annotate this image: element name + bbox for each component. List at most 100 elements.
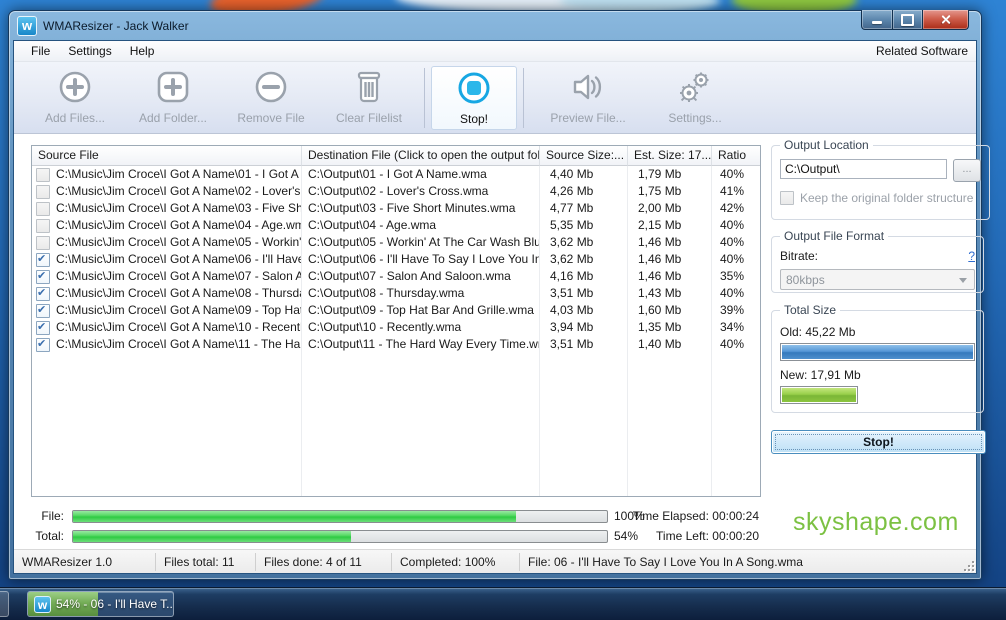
titlebar[interactable]: w WMAResizer - Jack Walker: [13, 11, 977, 40]
output-location-legend: Output Location: [780, 138, 873, 152]
total-progress-percent: 54%: [614, 529, 638, 543]
taskbar-icon-letter: w: [38, 598, 47, 612]
focus-rect: [775, 434, 982, 450]
add-folder-icon: [152, 68, 194, 110]
source-size-cell: 4,26 Mb: [540, 183, 628, 200]
row-checkbox[interactable]: [36, 168, 50, 182]
est-size-cell: 1,46 Mb: [628, 251, 712, 268]
destination-file-cell[interactable]: C:\Output\05 - Workin' At The Car Wash B…: [302, 234, 540, 251]
table-row[interactable]: C:\Music\Jim Croce\I Got A Name\09 - Top…: [32, 302, 760, 319]
table-row[interactable]: C:\Music\Jim Croce\I Got A Name\07 - Sal…: [32, 268, 760, 285]
header-destination-file[interactable]: Destination File (Click to open the outp…: [302, 146, 540, 166]
table-row[interactable]: C:\Music\Jim Croce\I Got A Name\05 - Wor…: [32, 234, 760, 251]
table-row[interactable]: C:\Music\Jim Croce\I Got A Name\11 - The…: [32, 336, 760, 353]
destination-file-cell[interactable]: C:\Output\02 - Lover's Cross.wma: [302, 183, 540, 200]
row-checkbox[interactable]: [36, 338, 50, 352]
settings-label: Settings...: [668, 111, 721, 125]
menu-settings[interactable]: Settings: [59, 42, 120, 60]
destination-file-cell[interactable]: C:\Output\06 - I'll Have To Say I Love Y…: [302, 251, 540, 268]
row-checkbox[interactable]: [36, 321, 50, 335]
close-button[interactable]: [923, 10, 969, 30]
destination-file-cell[interactable]: C:\Output\07 - Salon And Saloon.wma: [302, 268, 540, 285]
est-size-cell: 1,75 Mb: [628, 183, 712, 200]
ratio-cell: 35%: [712, 268, 760, 285]
clear-filelist-button[interactable]: Clear Filelist: [320, 66, 418, 130]
toolbar-separator: [424, 68, 425, 128]
destination-file-cell[interactable]: C:\Output\11 - The Hard Way Every Time.w…: [302, 336, 540, 353]
preview-file-label: Preview File...: [550, 111, 625, 125]
table-row[interactable]: C:\Music\Jim Croce\I Got A Name\03 - Fiv…: [32, 200, 760, 217]
maximize-button[interactable]: [893, 10, 923, 30]
status-files-done: Files done: 4 of 11: [256, 553, 392, 571]
clear-filelist-label: Clear Filelist: [336, 111, 402, 125]
remove-file-button[interactable]: Remove File: [222, 66, 320, 130]
source-file-cell: C:\Music\Jim Croce\I Got A Name\11 - The…: [56, 336, 302, 353]
stop-button[interactable]: Stop!: [771, 430, 986, 454]
source-file-cell: C:\Music\Jim Croce\I Got A Name\03 - Fiv…: [56, 200, 302, 217]
source-size-cell: 3,62 Mb: [540, 234, 628, 251]
column-separator: [301, 166, 302, 496]
menu-related-software[interactable]: Related Software: [876, 44, 968, 58]
old-size-fill: [782, 345, 973, 359]
time-left: Time Left: 00:00:20: [656, 529, 759, 543]
bitrate-select[interactable]: 80kbps: [780, 269, 975, 290]
row-checkbox[interactable]: [36, 219, 50, 233]
close-icon: [940, 14, 951, 25]
stop-toolbar-button[interactable]: Stop!: [431, 66, 517, 130]
header-ratio[interactable]: Ratio: [712, 146, 760, 166]
source-file-cell: C:\Music\Jim Croce\I Got A Name\02 - Lov…: [56, 183, 302, 200]
add-folder-button[interactable]: Add Folder...: [124, 66, 222, 130]
destination-file-cell[interactable]: C:\Output\10 - Recently.wma: [302, 319, 540, 336]
est-size-cell: 1,46 Mb: [628, 234, 712, 251]
destination-file-cell[interactable]: C:\Output\03 - Five Short Minutes.wma: [302, 200, 540, 217]
browse-button[interactable]: ...: [953, 159, 981, 182]
table-row[interactable]: C:\Music\Jim Croce\I Got A Name\01 - I G…: [32, 166, 760, 183]
table-row[interactable]: C:\Music\Jim Croce\I Got A Name\06 - I'l…: [32, 251, 760, 268]
menu-help[interactable]: Help: [121, 42, 164, 60]
table-row[interactable]: C:\Music\Jim Croce\I Got A Name\10 - Rec…: [32, 319, 760, 336]
table-row[interactable]: C:\Music\Jim Croce\I Got A Name\04 - Age…: [32, 217, 760, 234]
window-title: WMAResizer - Jack Walker: [43, 19, 189, 33]
add-files-button[interactable]: Add Files...: [26, 66, 124, 130]
taskbar-button-label: 54% - 06 - I'll Have T...: [56, 597, 174, 611]
destination-file-cell[interactable]: C:\Output\04 - Age.wma: [302, 217, 540, 234]
minimize-button[interactable]: [861, 10, 893, 30]
toolbar-separator: [523, 68, 524, 128]
preview-file-button[interactable]: Preview File...: [530, 66, 646, 130]
total-progress-fill: [73, 531, 351, 542]
stop-button-label: Stop!: [863, 435, 894, 449]
add-files-icon: [54, 68, 96, 110]
taskbar-item-partial[interactable]: [0, 591, 9, 617]
keep-structure-checkbox[interactable]: [780, 191, 794, 205]
row-checkbox[interactable]: [36, 236, 50, 250]
app-window: w WMAResizer - Jack Walker File Settings…: [8, 10, 982, 580]
file-list[interactable]: Source File Destination File (Click to o…: [31, 145, 761, 497]
menu-file[interactable]: File: [22, 42, 59, 60]
output-path-input[interactable]: [780, 159, 947, 179]
header-source-file[interactable]: Source File: [32, 146, 302, 166]
source-size-cell: 3,51 Mb: [540, 285, 628, 302]
row-checkbox[interactable]: [36, 253, 50, 267]
taskbar-app-button[interactable]: w 54% - 06 - I'll Have T...: [27, 591, 174, 617]
row-checkbox[interactable]: [36, 202, 50, 216]
destination-file-cell[interactable]: C:\Output\08 - Thursday.wma: [302, 285, 540, 302]
row-checkbox[interactable]: [36, 304, 50, 318]
est-size-cell: 2,15 Mb: [628, 217, 712, 234]
row-checkbox[interactable]: [36, 185, 50, 199]
table-row[interactable]: C:\Music\Jim Croce\I Got A Name\02 - Lov…: [32, 183, 760, 200]
stop-toolbar-label: Stop!: [460, 112, 488, 126]
destination-file-cell[interactable]: C:\Output\01 - I Got A Name.wma: [302, 166, 540, 183]
header-est-size[interactable]: Est. Size: 17...: [628, 146, 712, 166]
settings-button[interactable]: Settings...: [646, 66, 744, 130]
status-current-file: File: 06 - I'll Have To Say I Love You I…: [520, 553, 976, 571]
row-checkbox[interactable]: [36, 270, 50, 284]
bitrate-help-link[interactable]: ?: [968, 249, 975, 263]
table-row[interactable]: C:\Music\Jim Croce\I Got A Name\08 - Thu…: [32, 285, 760, 302]
row-checkbox[interactable]: [36, 287, 50, 301]
header-source-size[interactable]: Source Size:...: [540, 146, 628, 166]
destination-file-cell[interactable]: C:\Output\09 - Top Hat Bar And Grille.wm…: [302, 302, 540, 319]
column-separator: [711, 166, 712, 496]
file-progress-bar: [72, 510, 608, 523]
add-folder-label: Add Folder...: [139, 111, 207, 125]
resize-grip[interactable]: [962, 559, 974, 571]
